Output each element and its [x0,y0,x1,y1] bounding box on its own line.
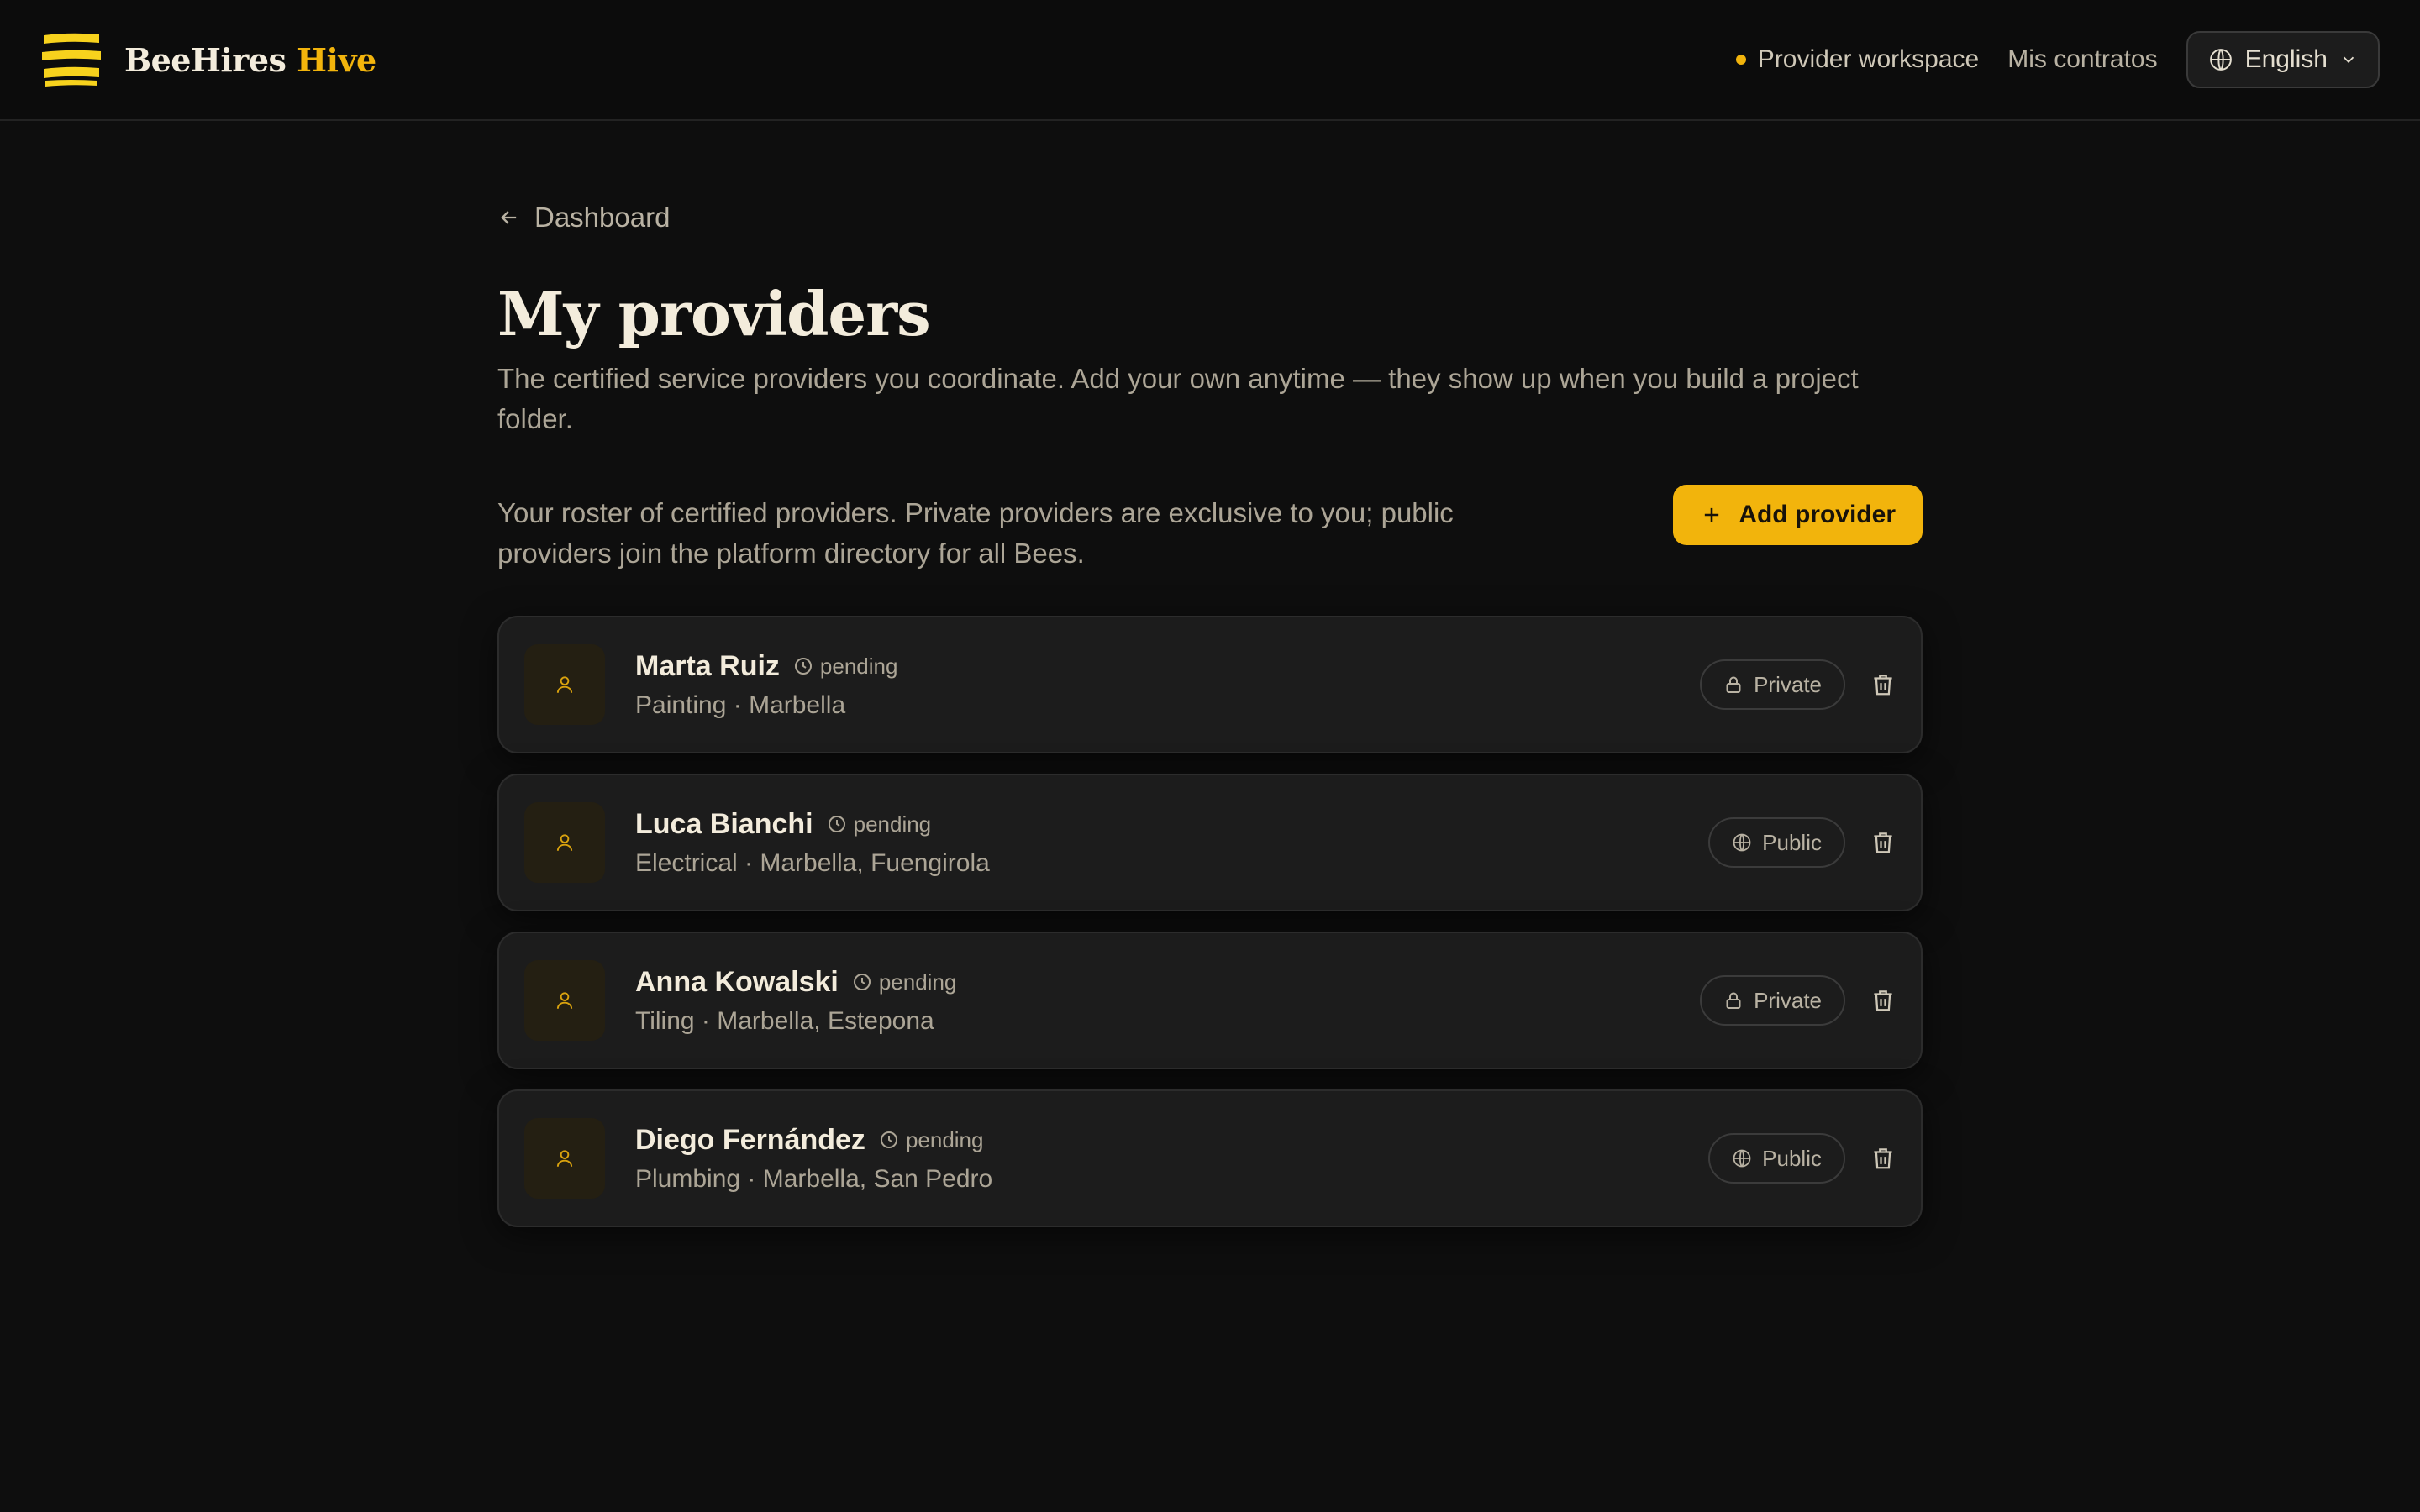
provider-info: Luca Bianchi pending Electrical · Marbel… [635,808,1708,878]
user-icon [556,834,573,852]
plus-icon [1705,508,1719,522]
delete-provider-button[interactable] [1870,830,1896,855]
avatar [524,802,605,884]
top-nav: Provider workspace Mis contratos English [1735,31,2380,88]
status-badge: pending [879,1127,983,1153]
provider-name: Luca Bianchi [635,807,813,840]
clock-icon [828,816,845,833]
provider-name: Diego Fernández [635,1123,865,1156]
add-provider-label: Add provider [1739,501,1896,529]
back-label: Dashboard [534,202,671,233]
brand[interactable]: BeeHires Hive [40,30,376,89]
avatar [524,644,605,726]
clock-icon [880,1131,897,1149]
lock-icon [1726,676,1741,694]
language-label: English [2244,45,2328,73]
trash-icon [1874,1148,1892,1169]
bee-stripes-logo-icon [42,33,101,87]
trash-icon [1874,832,1892,853]
trash-icon [1874,675,1892,696]
delete-provider-button[interactable] [1870,988,1896,1013]
provider-card[interactable]: Anna Kowalski pending Tiling · Marbella,… [497,932,1923,1070]
provider-list: Marta Ruiz pending Painting · Marbella P… [497,616,1923,1228]
provider-card[interactable]: Marta Ruiz pending Painting · Marbella P… [497,616,1923,754]
trash-icon [1874,990,1892,1011]
visibility-toggle[interactable]: Private [1700,975,1845,1026]
provider-card[interactable]: Diego Fernández pending Plumbing · Marbe… [497,1089,1923,1228]
user-icon [556,1150,573,1168]
delete-provider-button[interactable] [1870,1146,1896,1171]
user-icon [556,992,573,1010]
provider-meta: Tiling · Marbella, Estepona [635,1006,934,1035]
provider-name: Anna Kowalski [635,965,839,998]
workspace-indicator: Provider workspace [1735,45,1980,74]
avatar [524,960,605,1042]
roster-header: Your roster of certified providers. Priv… [497,485,1923,574]
brand-name: BeeHires Hive [124,40,376,79]
top-bar: BeeHires Hive Provider workspace Mis con… [0,0,2420,121]
provider-info: Diego Fernández pending Plumbing · Marbe… [635,1124,1708,1194]
provider-info: Marta Ruiz pending Painting · Marbella [635,650,1700,720]
status-badge: pending [793,654,897,680]
avatar [524,1118,605,1200]
globe-icon [2209,49,2232,71]
language-selector[interactable]: English [2186,31,2380,88]
contracts-link[interactable]: Mis contratos [2007,45,2157,74]
chevron-down-icon [2343,56,2354,64]
add-provider-button[interactable]: Add provider [1673,485,1923,546]
main-content: Dashboard My providers The certified ser… [497,202,1923,1247]
delete-provider-button[interactable] [1870,672,1896,697]
roster-description: Your roster of certified providers. Priv… [497,497,1454,570]
provider-meta: Painting · Marbella [635,690,846,719]
visibility-toggle[interactable]: Private [1700,659,1845,711]
provider-card[interactable]: Luca Bianchi pending Electrical · Marbel… [497,774,1923,912]
workspace-label: Provider workspace [1757,45,1980,73]
arrow-left-icon [501,211,517,224]
status-dot-icon [1735,55,1746,65]
page-subtitle: The certified service providers you coor… [497,363,1859,435]
visibility-toggle[interactable]: Public [1708,1133,1845,1184]
page-title: My providers [497,278,931,349]
visibility-toggle[interactable]: Public [1708,817,1845,869]
clock-icon [853,974,871,991]
user-icon [556,676,573,694]
provider-info: Anna Kowalski pending Tiling · Marbella,… [635,966,1700,1036]
status-badge: pending [827,811,931,837]
status-badge: pending [852,969,956,995]
provider-meta: Plumbing · Marbella, San Pedro [635,1164,993,1193]
globe-icon [1733,1149,1751,1168]
back-to-dashboard-link[interactable]: Dashboard [497,202,670,234]
provider-name: Marta Ruiz [635,649,780,682]
globe-icon [1733,833,1751,852]
provider-meta: Electrical · Marbella, Fuengirola [635,848,990,877]
lock-icon [1726,992,1741,1010]
clock-icon [794,658,812,675]
